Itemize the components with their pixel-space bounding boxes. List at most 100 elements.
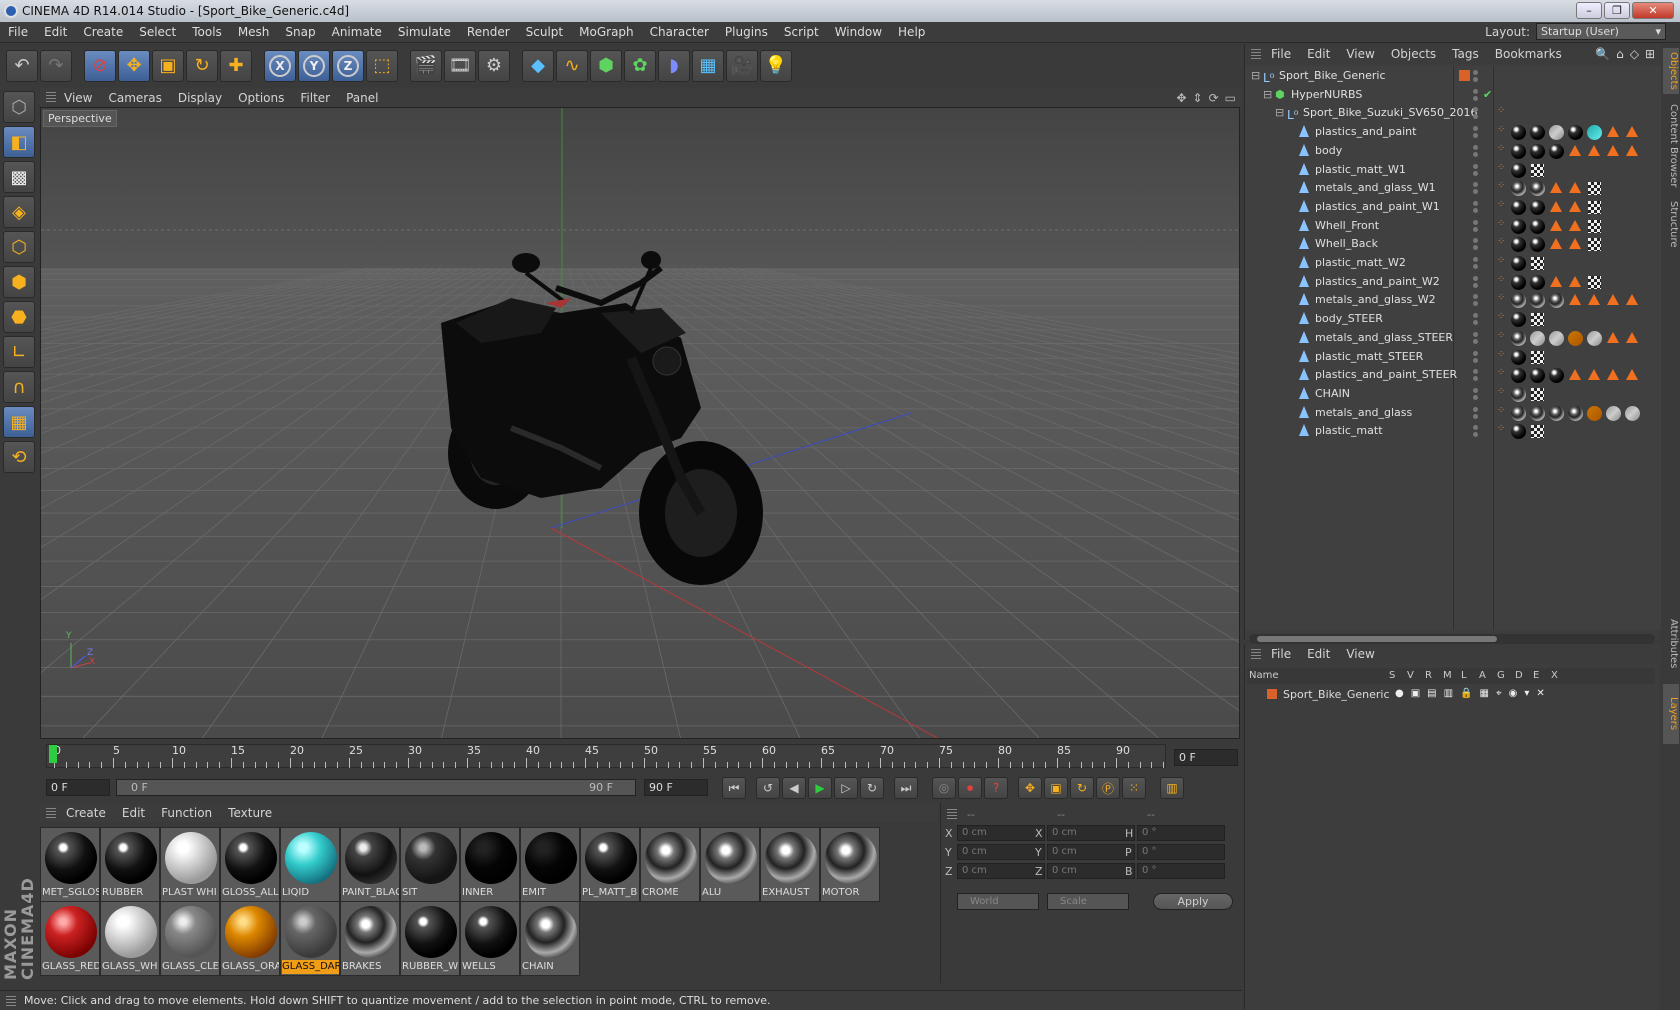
phong-tag-icon[interactable]: ⁘ [1497, 176, 1505, 196]
phong-tag-icon[interactable]: ⁘ [1497, 307, 1505, 327]
uvw-tag-icon[interactable] [1607, 331, 1619, 343]
expand-toggle-icon[interactable]: ⊟ [1251, 66, 1260, 86]
object-row[interactable]: plastic_matt_STEER ⁘ [1245, 347, 1661, 367]
object-row[interactable]: body ⁘ [1245, 141, 1661, 161]
next-frame-icon[interactable]: ▷ [834, 777, 858, 799]
material-tag-icon[interactable] [1511, 312, 1526, 328]
object-row[interactable]: ⊟ ⬢ HyperNURBS ✔ [1245, 85, 1661, 105]
coord-value-field[interactable]: 0 ° [1137, 844, 1225, 860]
render-view-icon[interactable]: 🎬 [410, 49, 442, 82]
material-tag-icon[interactable] [1530, 330, 1545, 346]
phong-tag-icon[interactable]: ⁘ [1497, 101, 1505, 121]
object-row[interactable]: body_STEER ⁘ [1245, 309, 1661, 329]
material-tag-icon[interactable] [1511, 143, 1526, 159]
layer-col-name[interactable]: Name [1249, 670, 1279, 681]
axis-mode-icon[interactable]: ∟ [3, 336, 35, 368]
uvw-tag-icon[interactable] [1569, 182, 1581, 194]
object-tree[interactable]: ⊟ L⁰ Sport_Bike_Generic ⊟ ⬢ HyperNURBS ✔ ⊟ L⁰ Spo… [1245, 66, 1661, 630]
menu-plugins[interactable]: Plugins [717, 25, 776, 39]
material-tag-icon[interactable] [1511, 256, 1526, 271]
menu-mograph[interactable]: MoGraph [571, 25, 642, 39]
current-frame-field[interactable]: 0 F [1174, 749, 1238, 766]
edge-mode-icon[interactable]: ⬢ [3, 266, 35, 298]
phong-tag-icon[interactable]: ⁘ [1497, 139, 1505, 159]
record-keys-icon[interactable]: ◎ [932, 777, 956, 799]
menu-help[interactable]: Help [890, 25, 933, 39]
visibility-dots[interactable] [1473, 294, 1481, 307]
layer-col-r[interactable]: R [1425, 670, 1432, 681]
material-tag-icon[interactable] [1568, 405, 1583, 421]
coord-value-field[interactable]: 0 ° [1137, 825, 1225, 841]
minimize-button[interactable]: – [1576, 2, 1602, 19]
material-tag-icon[interactable] [1511, 349, 1526, 365]
uvw-tag-icon[interactable] [1569, 369, 1581, 381]
menu-character[interactable]: Character [642, 25, 717, 39]
uvw-tag-icon[interactable] [1569, 275, 1581, 287]
object-row[interactable]: metals_and_glass ⁘ [1245, 403, 1661, 423]
object-menu-objects[interactable]: Objects [1391, 47, 1436, 61]
material-tag-icon[interactable] [1530, 293, 1545, 309]
material-tag-icon[interactable] [1530, 368, 1545, 384]
timeline-ruler[interactable]: 0 5 10 15 20 25 30 35 40 45 50 55 60 65 70 75 80 85 90 0 F [40, 742, 1242, 772]
uvw-tag-icon[interactable] [1626, 369, 1638, 381]
material-tag-icon[interactable] [1549, 125, 1564, 141]
material-swatch[interactable]: GLOSS_ALL [220, 827, 280, 902]
material-tag-icon[interactable] [1606, 405, 1621, 421]
viewport-menu-panel[interactable]: Panel [346, 91, 378, 105]
coord-value-field[interactable]: 0 cm [957, 863, 1045, 879]
deformer-icon[interactable]: ◗ [658, 49, 690, 82]
coord-value-field[interactable]: 0 ° [1137, 863, 1225, 879]
material-tag-icon[interactable] [1511, 424, 1526, 440]
close-button[interactable]: ✕ [1632, 2, 1674, 19]
uvw-tag-icon[interactable] [1626, 294, 1638, 306]
prev-key-icon[interactable]: ↺ [756, 777, 780, 799]
menu-snap[interactable]: Snap [277, 25, 323, 39]
material-swatch[interactable]: ALU [700, 827, 760, 902]
side-tab-attributes[interactable]: Attributes [1663, 609, 1679, 679]
material-tag-icon[interactable] [1625, 405, 1640, 421]
material-tag-icon[interactable] [1511, 181, 1526, 197]
phong-tag-icon[interactable]: ⁘ [1497, 401, 1505, 421]
timeline-window-icon[interactable]: ▥ [1160, 777, 1184, 799]
coordinate-space-dropdown[interactable]: World [957, 893, 1039, 910]
material-tag-icon[interactable] [1511, 274, 1526, 290]
viewport-menu-view[interactable]: View [64, 91, 92, 105]
object-row[interactable]: plastics_and_paint_STEER ⁘ [1245, 365, 1661, 385]
material-tag-icon[interactable] [1530, 125, 1545, 141]
layer-col-g[interactable]: G [1497, 670, 1505, 681]
layer-menu-view[interactable]: View [1346, 647, 1374, 661]
goto-start-icon[interactable]: ⏮ [722, 777, 746, 799]
coordinate-system-icon[interactable]: ⬚ [366, 49, 398, 82]
coord-value-field[interactable]: 0 cm [1047, 844, 1135, 860]
material-tag-icon[interactable] [1511, 405, 1526, 421]
material-tag-icon[interactable] [1549, 405, 1564, 421]
z-axis-lock-icon[interactable]: Z [332, 49, 364, 82]
material-tag-icon[interactable] [1530, 199, 1545, 215]
viewport-menu-filter[interactable]: Filter [300, 91, 330, 105]
visibility-dots[interactable] [1473, 313, 1481, 326]
menu-sculpt[interactable]: Sculpt [518, 25, 571, 39]
visibility-dots[interactable] [1473, 257, 1481, 269]
menu-file[interactable]: File [0, 25, 36, 39]
layer-flags[interactable]: ●▣▤▥🔒▦⌖◉▾✕ [1395, 688, 1552, 699]
visibility-dots[interactable] [1473, 350, 1481, 363]
object-row[interactable]: Whell_Back ⁘ [1245, 234, 1661, 254]
uvw-tag-icon[interactable] [1626, 126, 1638, 138]
layout-dropdown[interactable]: Startup (User) [1536, 23, 1666, 40]
uvw-tag-icon[interactable] [1569, 144, 1581, 156]
layer-col-v[interactable]: V [1407, 670, 1414, 681]
material-swatch[interactable]: CHAIN [520, 901, 580, 976]
material-tag-icon[interactable] [1549, 330, 1564, 346]
nurbs-icon[interactable]: ⬢ [590, 49, 622, 82]
material-menu-edit[interactable]: Edit [122, 806, 145, 820]
material-swatch[interactable]: SIT [400, 827, 460, 902]
key-position-icon[interactable]: ✥ [1018, 777, 1042, 799]
material-swatch[interactable]: CROME [640, 827, 700, 902]
material-tag-icon[interactable] [1568, 125, 1583, 141]
dolly-icon[interactable]: ⇕ [1193, 91, 1203, 105]
material-swatch[interactable]: LIQID [280, 827, 340, 902]
uvw-tag-icon[interactable] [1569, 238, 1581, 250]
menu-script[interactable]: Script [776, 25, 827, 39]
menu-mesh[interactable]: Mesh [230, 25, 278, 39]
material-swatch[interactable]: BRAKES [340, 901, 400, 976]
